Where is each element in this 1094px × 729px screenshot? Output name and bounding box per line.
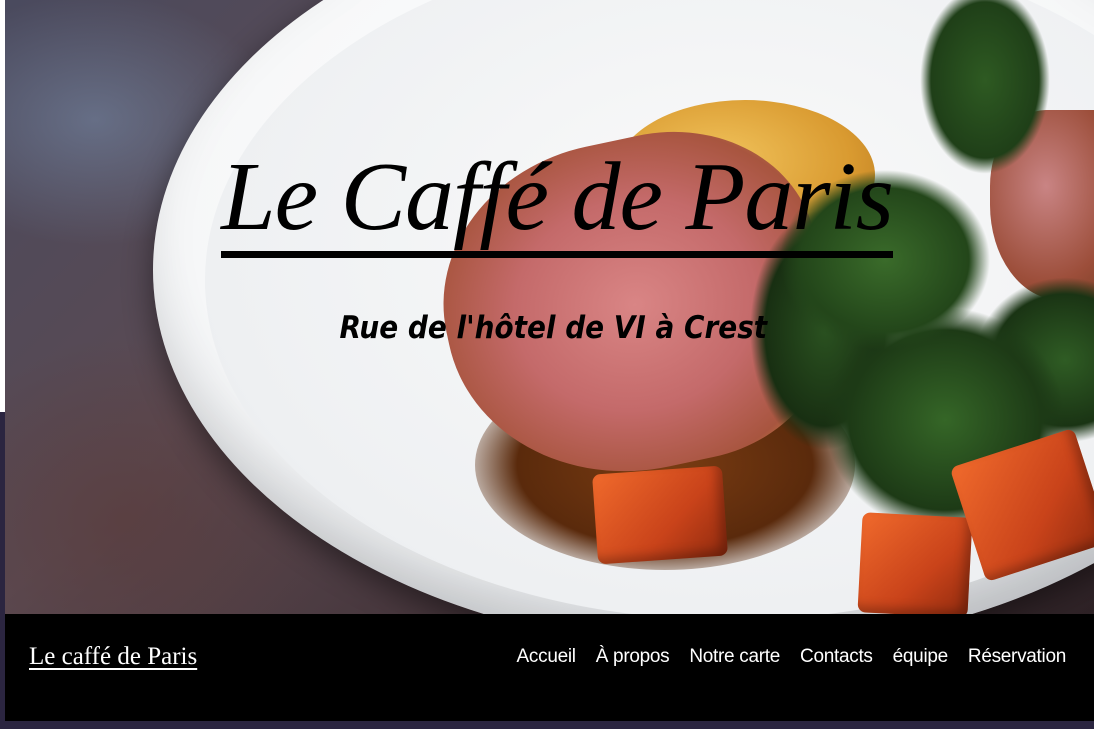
nav-link-a-propos[interactable]: À propos [596,646,670,668]
hero-title: Le Caffé de Paris [0,138,1094,258]
page-bottom-edge [0,721,1094,729]
hero-banner [5,0,1094,614]
nav-link-notre-carte[interactable]: Notre carte [689,646,780,668]
carrot-image [592,465,728,565]
nav-link-equipe[interactable]: équipe [893,646,949,668]
hero-subtitle: Rue de l'hôtel de VI à Crest [339,310,768,346]
nav-link-reservation[interactable]: Réservation [968,646,1066,668]
hero-title-text: Le Caffé de Paris [221,143,894,258]
brand-link[interactable]: Le caffé de Paris [29,643,197,671]
nav-link-accueil[interactable]: Accueil [517,646,576,668]
carrot-image [857,512,973,614]
page: Le Caffé de Paris Rue de l'hôtel de VI à… [0,0,1094,729]
nav-links: Accueil À propos Notre carte Contacts éq… [517,646,1067,668]
main-navbar: Le caffé de Paris Accueil À propos Notre… [5,614,1094,721]
nav-link-contacts[interactable]: Contacts [800,646,873,668]
